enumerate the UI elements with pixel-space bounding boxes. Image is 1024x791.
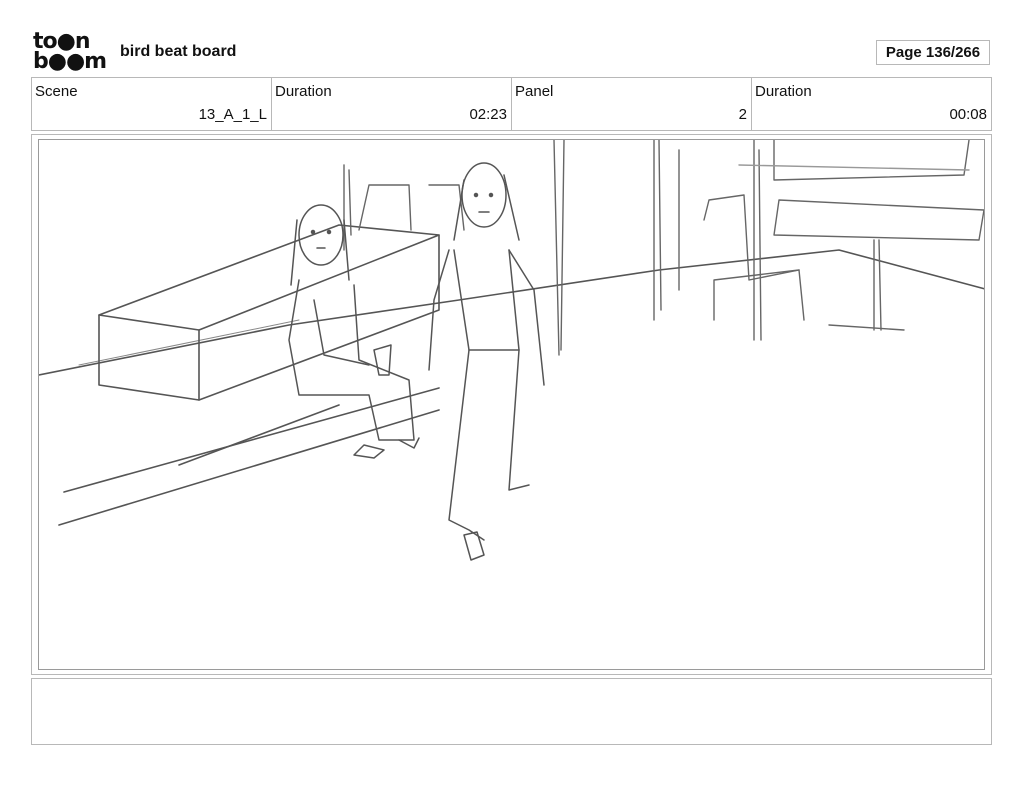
toon-boom-logo: to●n b●●m bbox=[33, 30, 107, 74]
standing-figure-sketch bbox=[428, 162, 545, 561]
storyboard-panel-frame bbox=[31, 134, 992, 675]
panel-duration-cell: Duration 00:08 bbox=[752, 78, 991, 130]
page-indicator: Page 136/266 bbox=[876, 40, 990, 65]
panel-label: Panel bbox=[515, 83, 554, 100]
panel-cell: Panel 2 bbox=[512, 78, 752, 130]
panel-duration-label: Duration bbox=[755, 83, 812, 100]
panel-value: 2 bbox=[738, 106, 747, 123]
project-title: bird beat board bbox=[120, 43, 237, 60]
scene-value: 13_A_1_L bbox=[198, 106, 267, 123]
notes-box bbox=[31, 678, 992, 745]
panel-sketch bbox=[39, 140, 984, 561]
floor-line bbox=[39, 249, 984, 376]
seated-figure-sketch bbox=[288, 204, 420, 459]
storyboard-panel bbox=[38, 139, 985, 670]
scene-duration-value: 02:23 bbox=[469, 106, 507, 123]
scene-label: Scene bbox=[35, 83, 78, 100]
panel-duration-value: 00:08 bbox=[949, 106, 987, 123]
scene-duration-label: Duration bbox=[275, 83, 332, 100]
panel-info-table: Scene 13_A_1_L Duration 02:23 Panel 2 Du… bbox=[31, 77, 992, 131]
scene-duration-cell: Duration 02:23 bbox=[272, 78, 512, 130]
scene-cell: Scene 13_A_1_L bbox=[32, 78, 272, 130]
logo-text-bottom: b●●m bbox=[33, 49, 107, 74]
background-sketch bbox=[343, 140, 984, 356]
